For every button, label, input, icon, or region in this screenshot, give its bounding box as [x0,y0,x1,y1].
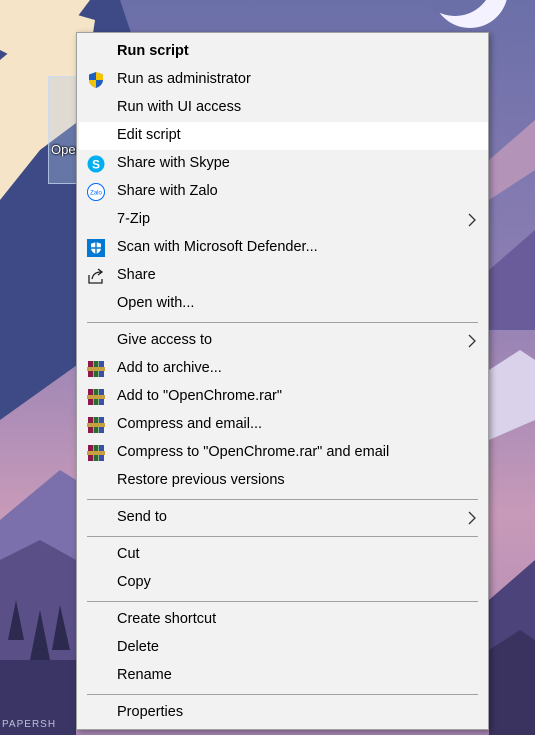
menu-item-properties[interactable]: Properties [77,699,488,727]
zalo-icon: Zalo [87,183,105,201]
menu-item-label: Delete [117,639,159,655]
menu-item-label: Compress and email... [117,416,263,432]
desktop-file-icon[interactable] [48,76,78,184]
winrar-icon [87,360,105,378]
menu-item-label: Run script [117,43,189,59]
menu-item-delete[interactable]: Delete [77,634,488,662]
menu-item-7-zip[interactable]: 7-Zip [77,206,488,234]
menu-item-label: Scan with Microsoft Defender... [117,239,318,255]
menu-item-give-access-to[interactable]: Give access to [77,327,488,355]
menu-separator [87,694,478,695]
menu-item-label: Open with... [117,295,195,311]
menu-item-label: Run as administrator [117,71,251,87]
menu-item-run-as-administrator[interactable]: Run as administrator [77,66,488,94]
menu-item-copy[interactable]: Copy [77,569,488,597]
menu-item-label: 7-Zip [117,211,151,227]
menu-item-label: Edit script [117,127,181,143]
menu-item-label: Share [117,267,156,283]
menu-item-open-with[interactable]: Open with... [77,290,488,318]
menu-item-send-to[interactable]: Send to [77,504,488,532]
winrar-icon [87,388,105,406]
menu-item-label: Send to [117,509,167,525]
svg-text:S: S [92,158,100,172]
context-menu: Run script Run as administrator Run with… [76,32,489,730]
menu-item-add-to-openchrome-rar[interactable]: Add to "OpenChrome.rar" [77,383,488,411]
menu-separator [87,322,478,323]
uac-shield-icon [87,71,105,89]
menu-item-cut[interactable]: Cut [77,541,488,569]
menu-item-label: Cut [117,546,140,562]
share-icon [87,267,105,285]
menu-separator [87,601,478,602]
menu-item-label: Share with Zalo [117,183,218,199]
menu-item-run-script[interactable]: Run script [77,38,488,66]
menu-item-label: Run with UI access [117,99,242,115]
menu-item-label: Share with Skype [117,155,230,171]
winrar-icon [87,416,105,434]
menu-item-rename[interactable]: Rename [77,662,488,690]
menu-item-label: Copy [117,574,151,590]
menu-item-label: Rename [117,667,172,683]
menu-item-share-with-zalo[interactable]: Zalo Share with Zalo [77,178,488,206]
menu-item-scan-with-defender[interactable]: Scan with Microsoft Defender... [77,234,488,262]
chevron-right-icon [468,334,476,348]
menu-item-edit-script[interactable]: Edit script [79,122,488,150]
menu-item-share[interactable]: Share [77,262,488,290]
desktop-file-label: OpenChrome [51,142,77,157]
winrar-icon [87,444,105,462]
menu-item-label: Give access to [117,332,213,348]
defender-shield-icon [87,239,105,257]
menu-item-label: Add to archive... [117,360,222,376]
svg-text:Zalo: Zalo [90,191,102,197]
menu-separator [87,499,478,500]
menu-item-add-to-archive[interactable]: Add to archive... [77,355,488,383]
menu-item-share-with-skype[interactable]: S Share with Skype [77,150,488,178]
skype-icon: S [87,155,105,173]
chevron-right-icon [468,213,476,227]
menu-item-label: Compress to "OpenChrome.rar" and email [117,444,390,460]
menu-separator [87,536,478,537]
menu-item-compress-to-openchrome-rar-and-email[interactable]: Compress to "OpenChrome.rar" and email [77,439,488,467]
menu-item-label: Restore previous versions [117,472,285,488]
menu-item-run-with-ui-access[interactable]: Run with UI access [77,94,488,122]
menu-item-create-shortcut[interactable]: Create shortcut [77,606,488,634]
wallpaper-watermark: PAPERSH [2,719,57,730]
menu-item-compress-and-email[interactable]: Compress and email... [77,411,488,439]
menu-item-restore-previous-versions[interactable]: Restore previous versions [77,467,488,495]
menu-item-label: Add to "OpenChrome.rar" [117,388,283,404]
chevron-right-icon [468,511,476,525]
menu-item-label: Properties [117,704,184,720]
menu-item-label: Create shortcut [117,611,217,627]
